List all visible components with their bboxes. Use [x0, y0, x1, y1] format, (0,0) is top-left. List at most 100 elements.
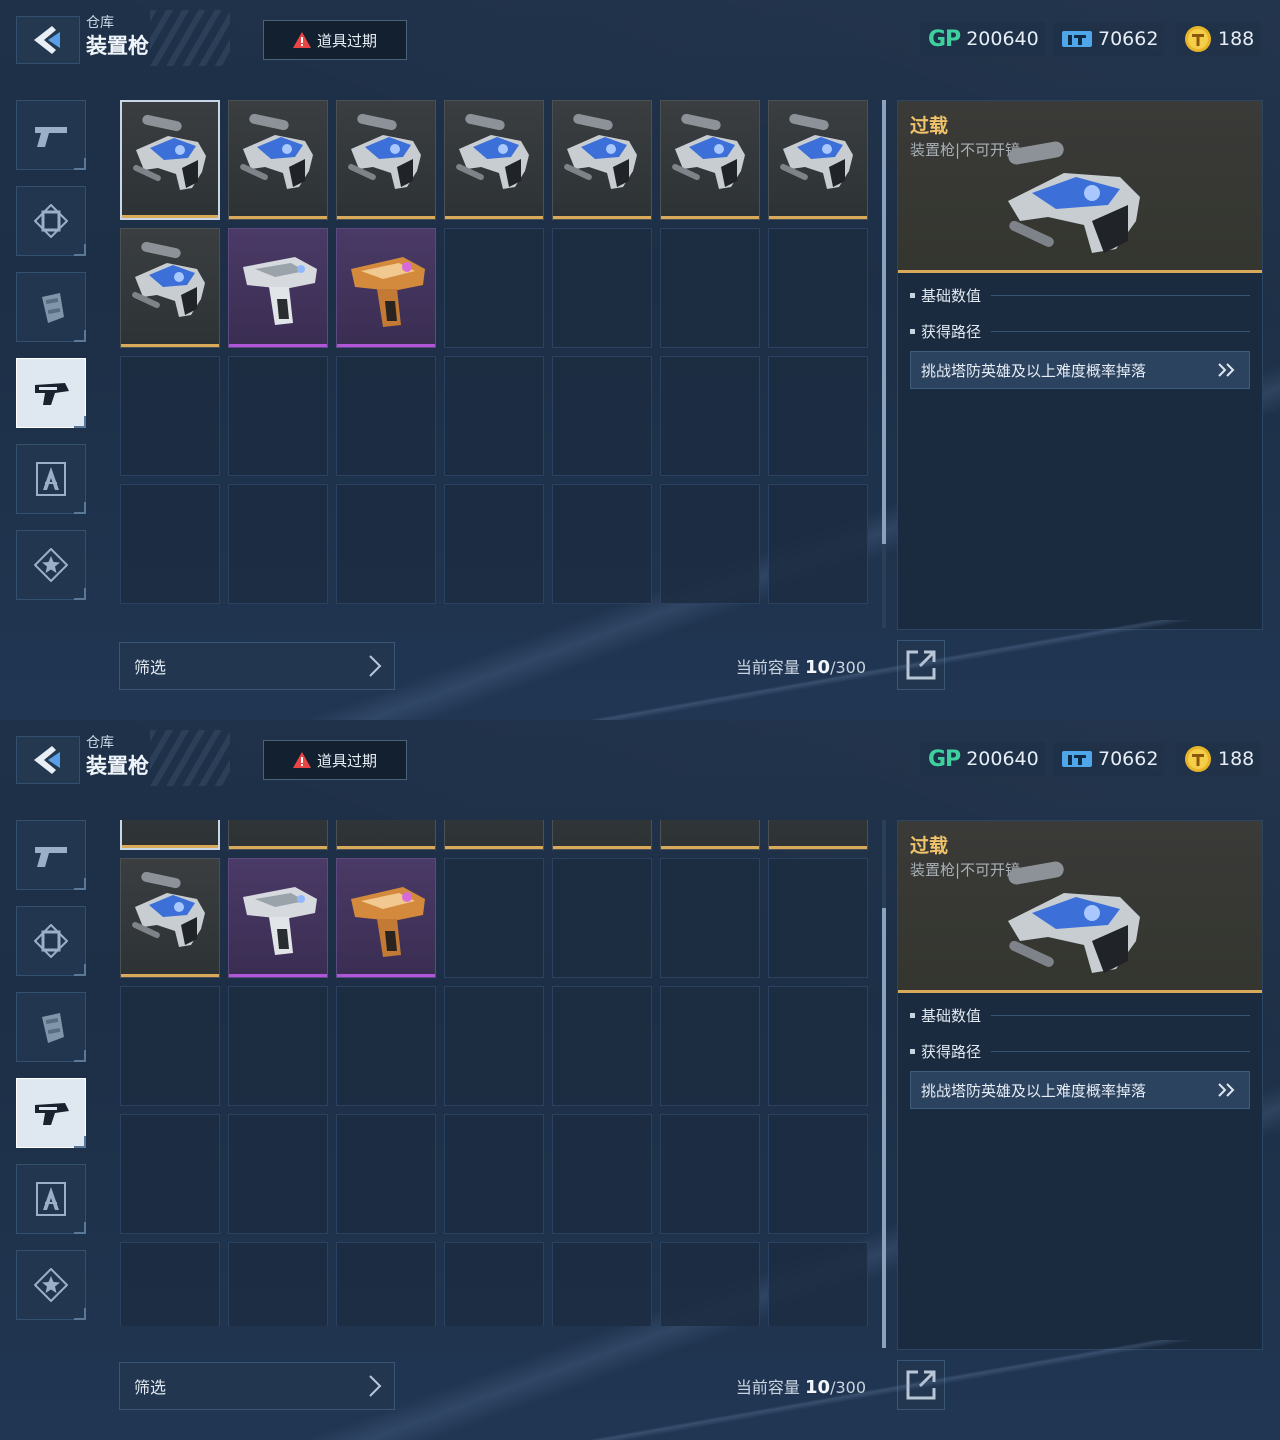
empty-inventory-slot[interactable] [660, 858, 760, 978]
inventory-item-slot[interactable] [120, 228, 220, 348]
export-button[interactable] [897, 640, 945, 690]
breadcrumb: 仓库 [86, 735, 114, 751]
inventory-item-slot[interactable] [444, 100, 544, 220]
back-button[interactable] [16, 736, 80, 784]
empty-inventory-slot[interactable] [768, 228, 868, 348]
section-base-stats[interactable]: 基础数值 [910, 1005, 1250, 1026]
inventory-item-slot[interactable] [228, 858, 328, 978]
section-source[interactable]: 获得路径 [910, 321, 1250, 342]
empty-inventory-slot[interactable] [660, 484, 760, 604]
inventory-item-slot[interactable] [552, 820, 652, 850]
empty-inventory-slot[interactable] [228, 986, 328, 1106]
source-link-button[interactable]: 挑战塔防英雄及以上难度概率掉落 [910, 351, 1250, 389]
category-grenade[interactable] [16, 272, 86, 342]
inventory-scrollbar[interactable] [882, 100, 886, 628]
empty-inventory-slot[interactable] [768, 858, 868, 978]
empty-inventory-slot[interactable] [228, 356, 328, 476]
empty-inventory-slot[interactable] [444, 1114, 544, 1234]
inventory-scrollbar[interactable] [882, 820, 886, 1348]
back-button[interactable] [16, 16, 80, 64]
empty-inventory-slot[interactable] [660, 986, 760, 1106]
empty-inventory-slot[interactable] [552, 356, 652, 476]
inventory-item-slot[interactable] [120, 820, 220, 850]
source-link-button[interactable]: 挑战塔防英雄及以上难度概率掉落 [910, 1071, 1250, 1109]
inventory-item-slot[interactable] [228, 228, 328, 348]
category-pistol[interactable] [16, 100, 86, 170]
filter-button[interactable]: 筛选 [119, 642, 395, 690]
inventory-item-slot[interactable] [336, 100, 436, 220]
empty-inventory-slot[interactable] [228, 484, 328, 604]
empty-inventory-slot[interactable] [552, 986, 652, 1106]
expired-items-button[interactable]: 道具过期 [263, 740, 407, 780]
empty-inventory-slot[interactable] [336, 986, 436, 1106]
category-tools[interactable] [16, 444, 86, 514]
empty-inventory-slot[interactable] [552, 484, 652, 604]
inventory-item-slot[interactable] [660, 100, 760, 220]
inventory-item-slot[interactable] [768, 820, 868, 850]
empty-inventory-slot[interactable] [768, 1114, 868, 1234]
inventory-item-slot[interactable] [228, 100, 328, 220]
category-tools[interactable] [16, 1164, 86, 1234]
empty-inventory-slot[interactable] [552, 228, 652, 348]
empty-inventory-slot[interactable] [120, 1242, 220, 1326]
empty-inventory-slot[interactable] [444, 228, 544, 348]
inventory-item-slot[interactable] [336, 228, 436, 348]
empty-inventory-slot[interactable] [444, 858, 544, 978]
category-device-gun[interactable] [16, 358, 86, 428]
empty-inventory-slot[interactable] [444, 1242, 544, 1326]
empty-inventory-slot[interactable] [336, 356, 436, 476]
section-source[interactable]: 获得路径 [910, 1041, 1250, 1062]
grenade-icon [42, 1013, 64, 1043]
empty-inventory-slot[interactable] [336, 1114, 436, 1234]
empty-inventory-slot[interactable] [768, 484, 868, 604]
empty-inventory-slot[interactable] [120, 484, 220, 604]
empty-inventory-slot[interactable] [552, 1242, 652, 1326]
scrollbar-thumb[interactable] [882, 908, 886, 1348]
inventory-item-slot[interactable] [120, 858, 220, 978]
inventory-item-slot[interactable] [660, 820, 760, 850]
inventory-item-slot[interactable] [336, 858, 436, 978]
capacity-indicator: 当前容量 10/300 [700, 1374, 866, 1398]
inventory-item-slot[interactable] [120, 100, 220, 220]
empty-inventory-slot[interactable] [336, 484, 436, 604]
empty-inventory-slot[interactable] [228, 1114, 328, 1234]
empty-inventory-slot[interactable] [120, 1114, 220, 1234]
empty-inventory-slot[interactable] [444, 986, 544, 1106]
section-base-stats[interactable]: 基础数值 [910, 285, 1250, 306]
double-chevron-right-icon [1218, 1083, 1235, 1097]
empty-inventory-slot[interactable] [660, 356, 760, 476]
inventory-item-slot[interactable] [552, 100, 652, 220]
inventory-item-slot[interactable] [336, 820, 436, 850]
empty-inventory-slot[interactable] [660, 1114, 760, 1234]
empty-inventory-slot[interactable] [660, 1242, 760, 1326]
category-device-gun[interactable] [16, 1078, 86, 1148]
empty-inventory-slot[interactable] [444, 356, 544, 476]
empty-inventory-slot[interactable] [552, 858, 652, 978]
inventory-item-slot[interactable] [444, 820, 544, 850]
empty-inventory-slot[interactable] [228, 1242, 328, 1326]
rarity-bar [122, 215, 218, 218]
empty-inventory-slot[interactable] [660, 228, 760, 348]
overload-gun-icon [564, 113, 637, 189]
inventory-item-slot[interactable] [768, 100, 868, 220]
scrollbar-thumb[interactable] [882, 100, 886, 544]
category-pistol[interactable] [16, 820, 86, 890]
empty-inventory-slot[interactable] [336, 1242, 436, 1326]
category-grenade[interactable] [16, 992, 86, 1062]
expired-items-button[interactable]: 道具过期 [263, 20, 407, 60]
empty-inventory-slot[interactable] [120, 356, 220, 476]
inventory-item-slot[interactable] [228, 820, 328, 850]
empty-inventory-slot[interactable] [552, 1114, 652, 1234]
category-armor[interactable] [16, 906, 86, 976]
export-button[interactable] [897, 1360, 945, 1410]
category-armor[interactable] [16, 186, 86, 256]
empty-inventory-slot[interactable] [768, 356, 868, 476]
category-special[interactable] [16, 1250, 86, 1320]
category-special[interactable] [16, 530, 86, 600]
overload-gun-icon [780, 113, 853, 189]
empty-inventory-slot[interactable] [768, 986, 868, 1106]
empty-inventory-slot[interactable] [120, 986, 220, 1106]
empty-inventory-slot[interactable] [768, 1242, 868, 1326]
empty-inventory-slot[interactable] [444, 484, 544, 604]
filter-button[interactable]: 筛选 [119, 1362, 395, 1410]
